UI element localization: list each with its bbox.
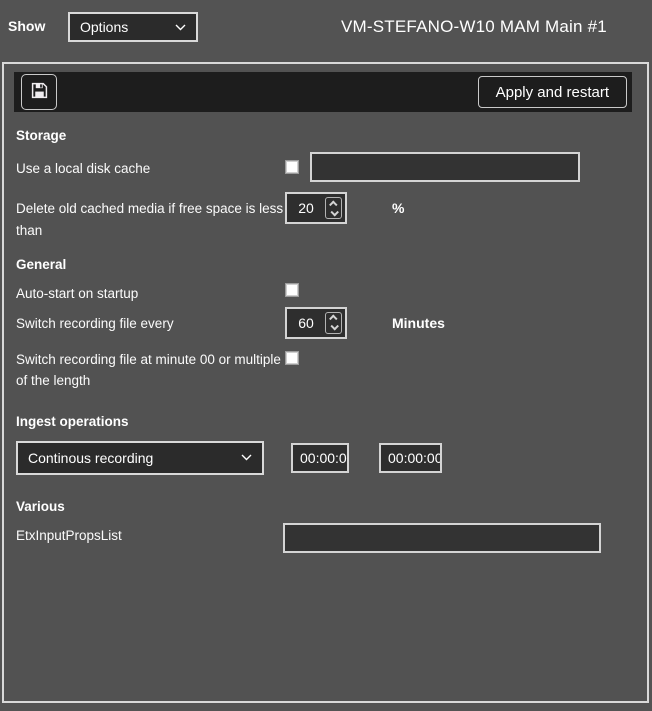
etx-props-label: EtxInputPropsList (16, 523, 283, 547)
ingest-mode-select[interactable]: Continous recording (16, 441, 264, 475)
app-window: Show Options VM-STEFANO-W10 MAM Main #1 (0, 0, 652, 711)
free-space-unit-label: % (392, 192, 404, 216)
row-local-cache: Use a local disk cache (16, 152, 636, 182)
free-space-label: Delete old cached media if free space is… (16, 192, 285, 241)
ingest-start-time-input[interactable] (291, 443, 349, 473)
header: Show Options VM-STEFANO-W10 MAM Main #1 (0, 0, 652, 62)
view-select-value: Options (80, 19, 128, 35)
row-etx-props: EtxInputPropsList (16, 523, 636, 553)
section-heading-storage: Storage (16, 128, 636, 143)
row-free-space: Delete old cached media if free space is… (16, 192, 636, 241)
chevron-down-icon (175, 24, 186, 31)
settings-content: Storage Use a local disk cache Delete ol… (16, 112, 636, 563)
spinner-up-icon[interactable] (329, 315, 337, 323)
section-heading-various: Various (16, 499, 636, 514)
spinner-up-icon[interactable] (329, 200, 337, 208)
switch-minute-checkbox[interactable] (285, 351, 299, 365)
autostart-label: Auto-start on startup (16, 281, 285, 305)
apply-restart-button[interactable]: Apply and restart (478, 76, 627, 108)
local-cache-label: Use a local disk cache (16, 152, 285, 180)
row-switch-every: Switch recording file every 60 Minutes (16, 307, 636, 339)
switch-minute-label: Switch recording file at minute 00 or mu… (16, 349, 285, 392)
free-space-value: 20 (287, 200, 325, 216)
switch-every-spin-buttons[interactable] (325, 312, 342, 334)
spinner-down-icon[interactable] (330, 322, 338, 330)
free-space-spinner[interactable]: 20 (285, 192, 347, 224)
row-ingest-controls: Continous recording (16, 441, 636, 475)
ingest-mode-value: Continous recording (28, 450, 153, 466)
chevron-down-icon (241, 454, 252, 461)
toolbar: Apply and restart (14, 72, 632, 112)
save-button[interactable] (21, 74, 57, 110)
ingest-end-time-input[interactable] (379, 443, 442, 473)
free-space-spin-buttons[interactable] (325, 197, 342, 219)
switch-every-value: 60 (287, 315, 325, 331)
local-cache-checkbox[interactable] (285, 160, 299, 174)
cache-path-input[interactable] (310, 152, 580, 182)
row-switch-minute: Switch recording file at minute 00 or mu… (16, 349, 636, 392)
show-label: Show (8, 18, 45, 34)
row-autostart: Auto-start on startup (16, 281, 636, 305)
section-heading-ingest: Ingest operations (16, 414, 636, 429)
switch-every-unit-label: Minutes (392, 307, 445, 331)
spinner-down-icon[interactable] (330, 208, 338, 216)
autostart-checkbox[interactable] (285, 283, 299, 297)
save-icon (31, 82, 48, 102)
section-heading-general: General (16, 257, 636, 272)
page-title: VM-STEFANO-W10 MAM Main #1 (341, 17, 607, 37)
view-select[interactable]: Options (68, 12, 198, 42)
switch-every-label: Switch recording file every (16, 307, 285, 335)
settings-panel: Apply and restart Storage Use a local di… (2, 62, 649, 703)
etx-props-input[interactable] (283, 523, 601, 553)
switch-every-spinner[interactable]: 60 (285, 307, 347, 339)
